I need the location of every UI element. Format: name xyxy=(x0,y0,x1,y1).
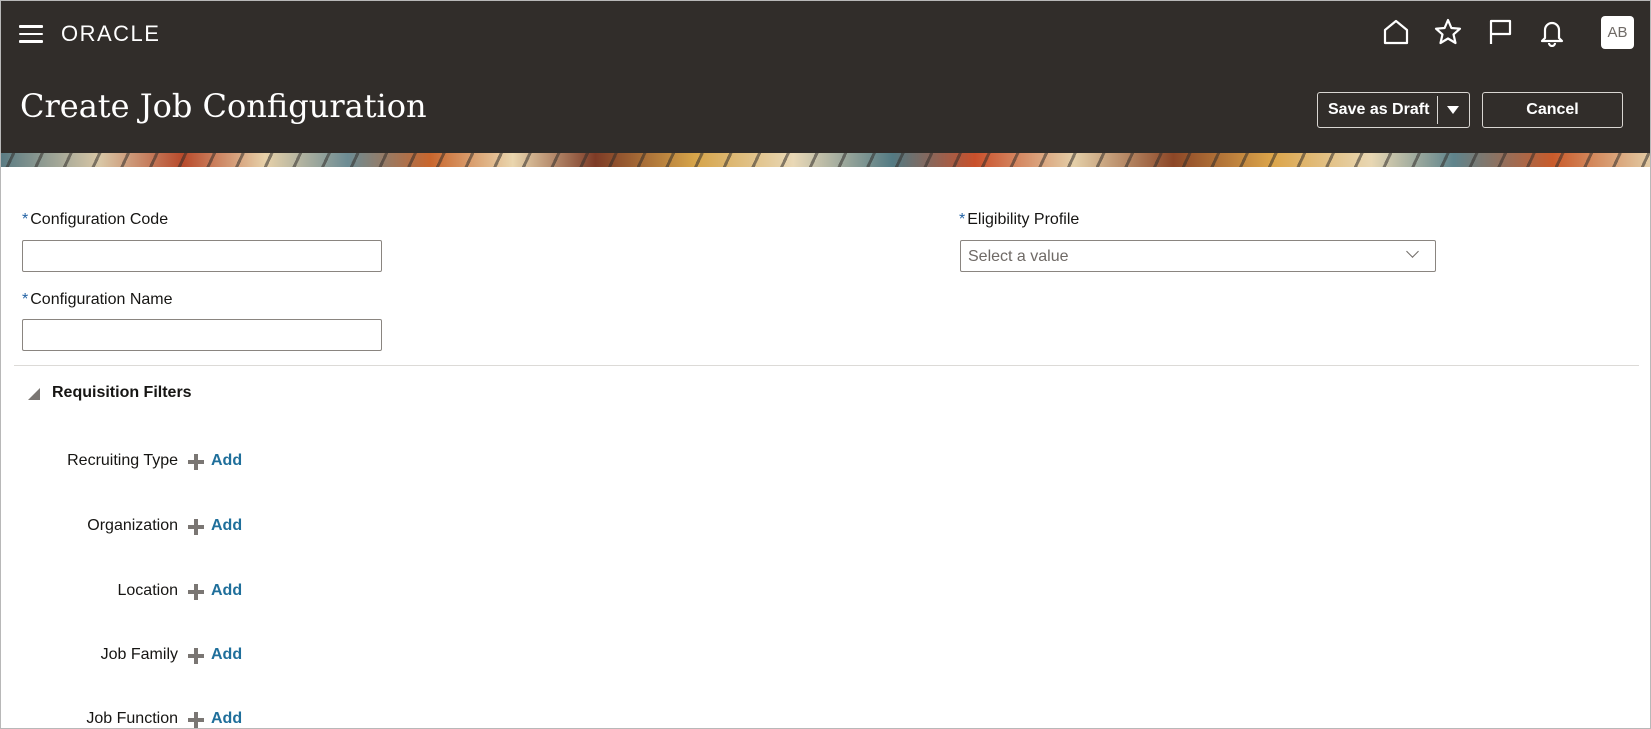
required-marker: * xyxy=(959,211,966,228)
flag-icon[interactable] xyxy=(1485,17,1515,47)
section-divider xyxy=(14,365,1639,366)
plus-icon xyxy=(188,648,204,664)
cancel-button[interactable]: Cancel xyxy=(1482,92,1623,128)
eligibility-profile-placeholder: Select a value xyxy=(968,248,1069,265)
user-avatar[interactable]: AB xyxy=(1601,16,1634,49)
filter-label-organization: Organization xyxy=(87,517,178,534)
required-marker: * xyxy=(22,211,29,228)
eligibility-profile-label: * Eligibility Profile xyxy=(959,211,1079,229)
page-title: Create Job Configuration xyxy=(20,87,427,125)
configuration-code-label-text: Configuration Code xyxy=(30,211,169,228)
plus-icon xyxy=(188,712,204,728)
caret-down-icon[interactable] xyxy=(1447,106,1459,114)
add-label: Add xyxy=(211,646,243,663)
eligibility-profile-label-text: Eligibility Profile xyxy=(967,211,1080,228)
configuration-code-label: * Configuration Code xyxy=(22,211,168,229)
plus-icon xyxy=(188,519,204,535)
add-label: Add xyxy=(211,710,243,727)
eligibility-profile-select[interactable]: Select a value xyxy=(960,240,1436,272)
plus-icon xyxy=(188,454,204,470)
filter-label-job-family: Job Family xyxy=(100,646,178,663)
home-icon[interactable] xyxy=(1381,17,1411,47)
menu-icon[interactable] xyxy=(19,24,43,44)
chevron-down-icon xyxy=(1406,245,1419,258)
configuration-name-label-text: Configuration Name xyxy=(30,291,173,308)
configuration-code-input[interactable] xyxy=(22,240,382,272)
add-label: Add xyxy=(211,582,243,599)
save-as-draft-button[interactable]: Save as Draft xyxy=(1317,92,1470,128)
filter-label-job-function: Job Function xyxy=(86,710,178,727)
filter-label-recruiting-type: Recruiting Type xyxy=(67,452,178,469)
add-label: Add xyxy=(211,452,243,469)
save-as-draft-label: Save as Draft xyxy=(1328,101,1430,118)
bell-icon[interactable] xyxy=(1537,17,1567,47)
app-window: ORACLE AB Create Job Configuration Save … xyxy=(0,0,1651,729)
required-marker: * xyxy=(22,291,29,308)
plus-icon xyxy=(188,584,204,600)
star-icon[interactable] xyxy=(1433,17,1463,47)
add-label: Add xyxy=(211,517,243,534)
button-separator xyxy=(1437,96,1438,124)
global-header: ORACLE AB Create Job Configuration Save … xyxy=(1,1,1650,153)
decorative-banner xyxy=(1,153,1650,167)
filter-label-location: Location xyxy=(117,582,179,599)
configuration-name-label: * Configuration Name xyxy=(22,291,173,309)
oracle-logo: ORACLE xyxy=(61,21,161,46)
requisition-filters-title: Requisition Filters xyxy=(52,384,192,401)
collapse-triangle-icon[interactable] xyxy=(27,387,41,401)
configuration-name-input[interactable] xyxy=(22,319,382,351)
